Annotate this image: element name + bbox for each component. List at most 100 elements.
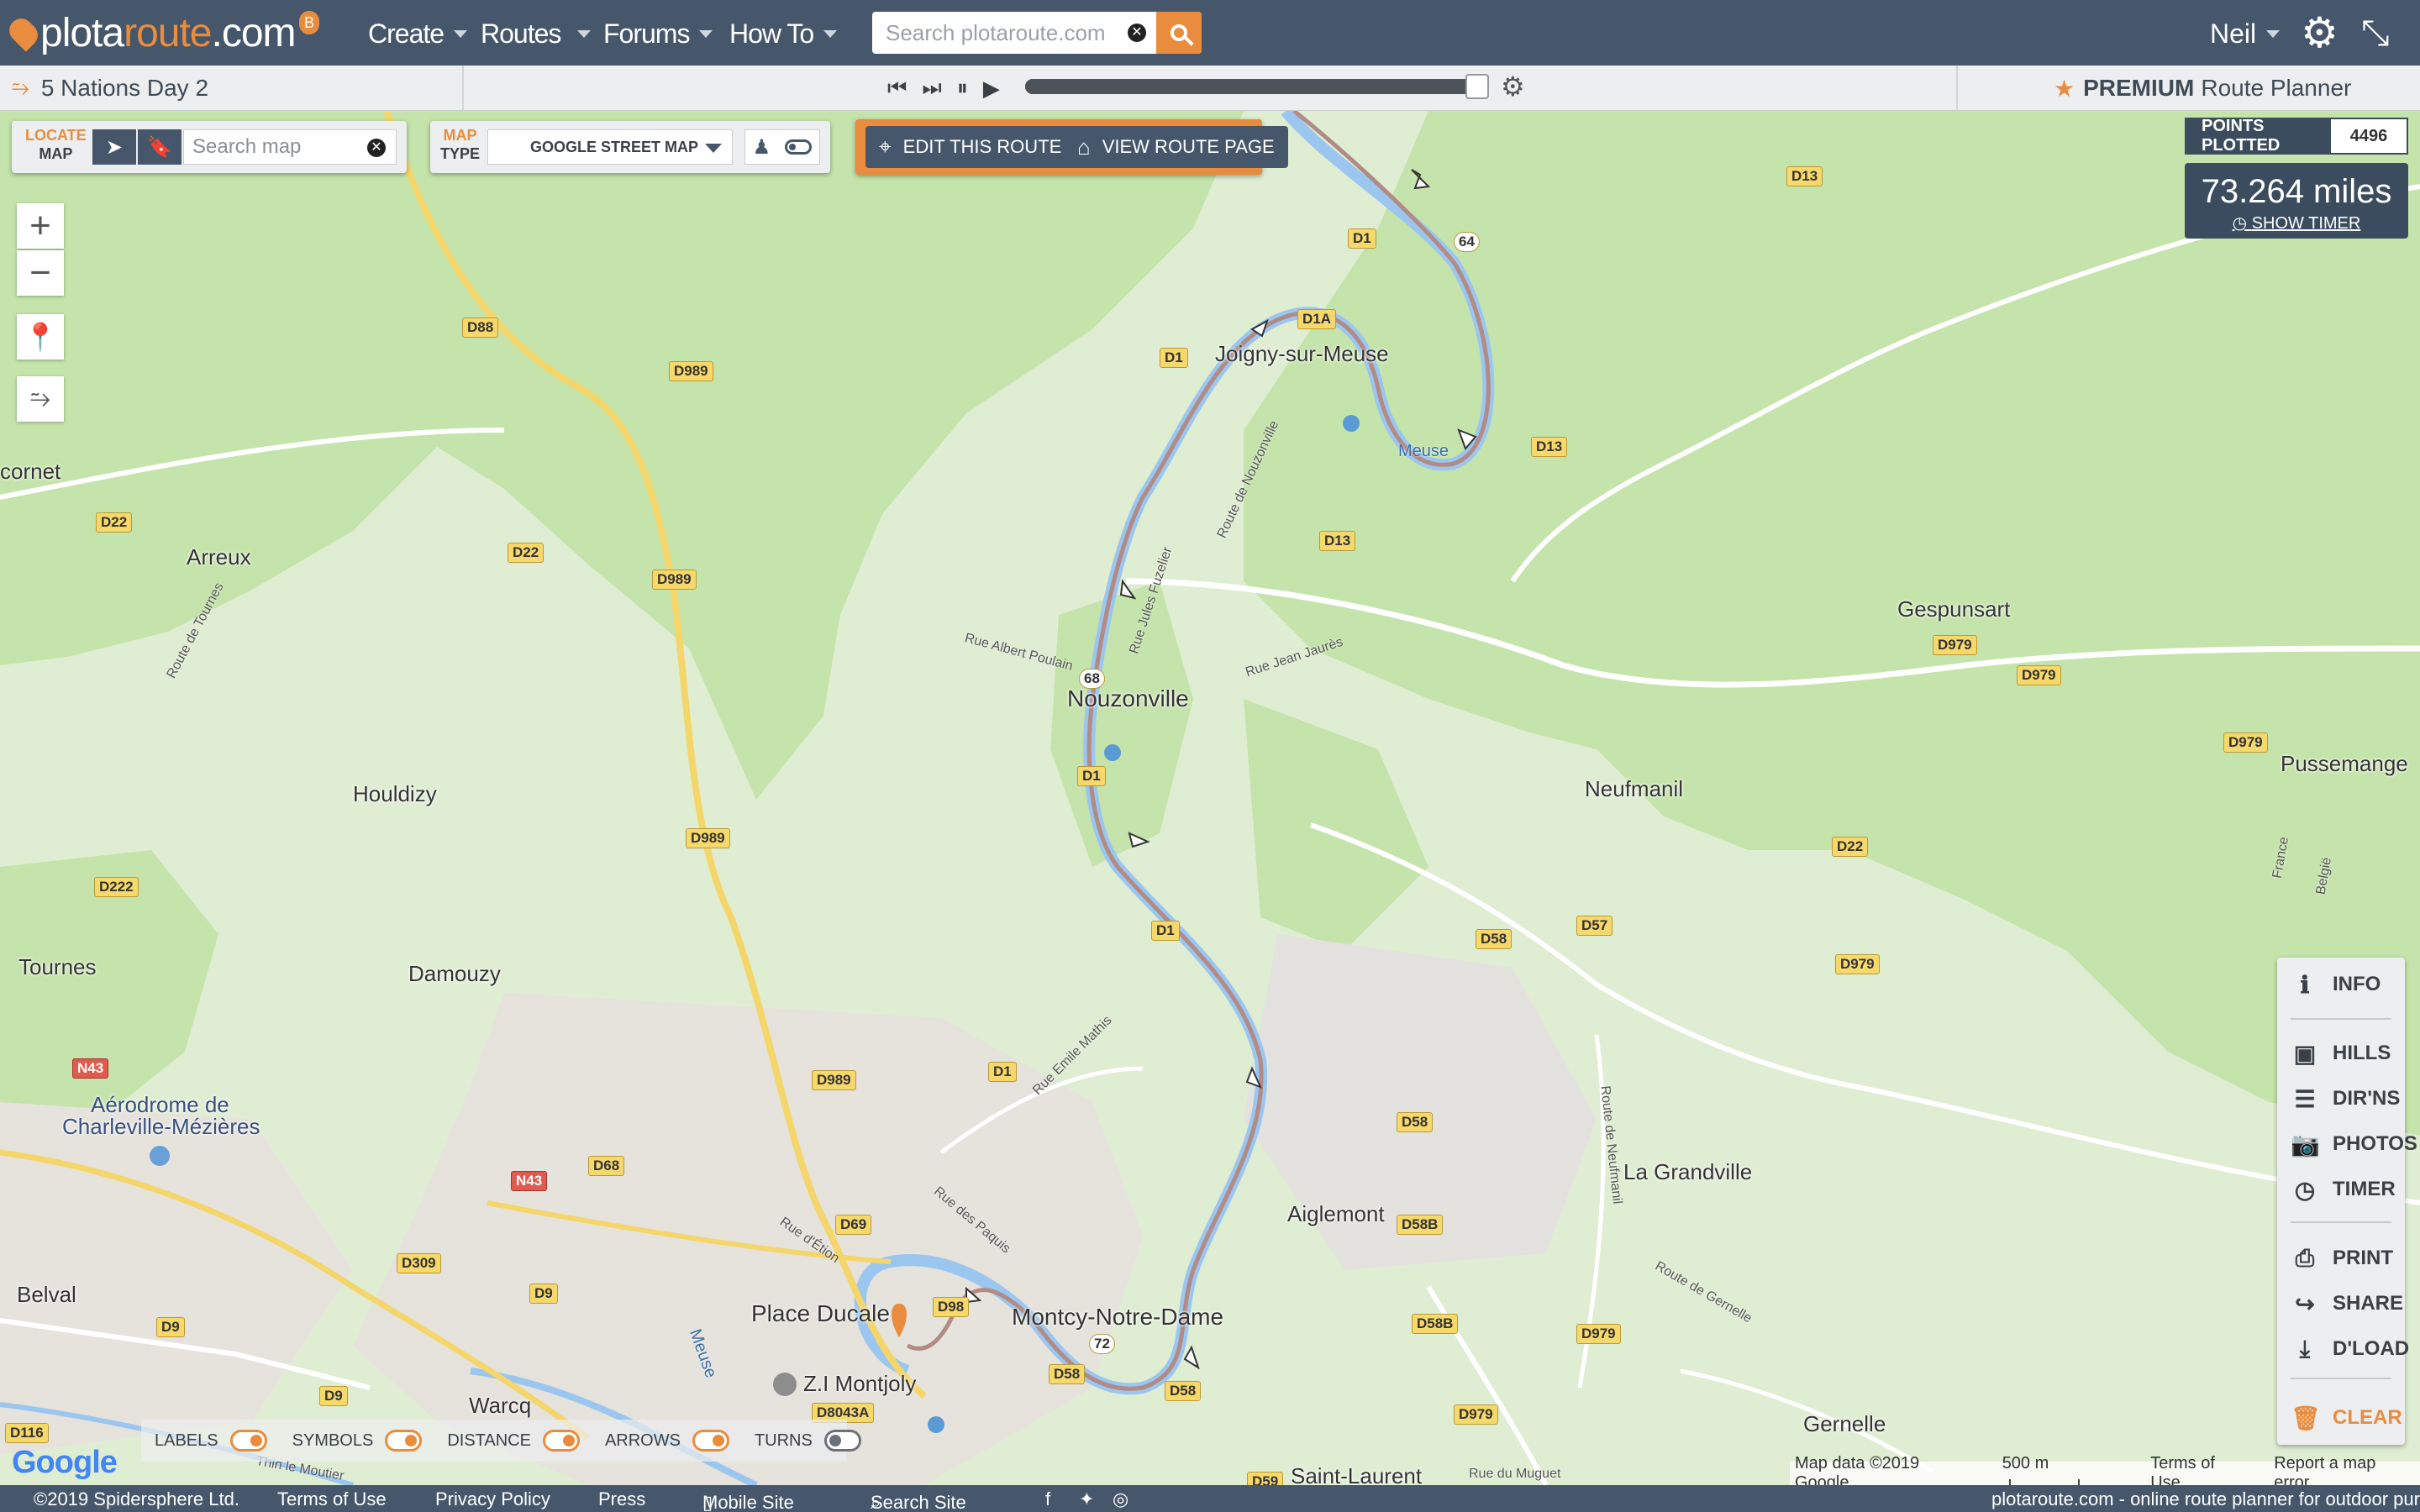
- toggle-switch: [785, 139, 813, 155]
- town-label: Warcq: [469, 1393, 532, 1418]
- road-label: D69: [835, 1215, 872, 1235]
- clear-map-search-icon[interactable]: ✕: [367, 139, 386, 157]
- route-tool-button[interactable]: ⥲: [17, 376, 64, 422]
- footer-terms-link[interactable]: Terms of Use: [277, 1488, 387, 1510]
- play-icon[interactable]: ▶: [983, 76, 1000, 102]
- twitter-icon[interactable]: ✦: [1079, 1488, 1094, 1510]
- map-type-label-bottom: TYPE: [440, 145, 481, 162]
- menu-download[interactable]: ⤓ D'LOAD: [2291, 1332, 2409, 1366]
- bookmark-button[interactable]: 🔖: [138, 129, 182, 165]
- map-type-select[interactable]: GOOGLE STREET MAP: [487, 129, 733, 165]
- road-label: D22: [96, 512, 133, 533]
- view-route-page-button[interactable]: ⌂ VIEW ROUTE PAGE: [1064, 126, 1288, 168]
- menu-photos[interactable]: 📷 PHOTOS: [2291, 1127, 2417, 1161]
- camera-icon: 📷: [2291, 1131, 2320, 1158]
- skip-back-icon[interactable]: ⏮: [887, 75, 907, 102]
- road-label: D989: [652, 570, 697, 590]
- footer-copyright: ©2019 Spidersphere Ltd.: [34, 1488, 239, 1509]
- road-label: D13: [1786, 166, 1823, 186]
- town-label: Damouzy: [408, 961, 501, 986]
- menu-print[interactable]: ⎙ PRINT: [2291, 1242, 2393, 1275]
- menu-download-label: D'LOAD: [2333, 1337, 2410, 1360]
- town-label: Houldizy: [353, 781, 437, 806]
- menu-timer-label: TIMER: [2333, 1178, 2396, 1200]
- chevron-down-icon: [705, 144, 722, 153]
- footer-privacy-link[interactable]: Privacy Policy: [435, 1488, 550, 1510]
- instagram-icon[interactable]: ◎: [1113, 1488, 1128, 1510]
- playback-settings-gear-icon[interactable]: ⚙: [1501, 71, 1525, 102]
- toggle-turns-label: TURNS: [754, 1431, 813, 1450]
- timeline-thumb[interactable]: [1465, 74, 1489, 99]
- road-label: D58B: [1397, 1215, 1444, 1235]
- nav-menu-create[interactable]: Create: [368, 18, 468, 50]
- road-label: D68: [588, 1156, 625, 1176]
- nav-menu-forums-label: Forums: [603, 18, 690, 49]
- divider: [462, 66, 464, 111]
- user-menu[interactable]: Neil: [2210, 18, 2281, 50]
- trash-icon: 🗑: [2291, 1404, 2321, 1431]
- footer-press-link[interactable]: Press: [598, 1488, 645, 1510]
- edit-route-button[interactable]: ⌖ EDIT THIS ROUTE: [865, 126, 1076, 168]
- road-label: 64: [1454, 232, 1480, 252]
- map-marker-button[interactable]: 📍: [17, 314, 64, 360]
- clear-search-icon[interactable]: ✕: [1128, 24, 1146, 42]
- facebook-icon[interactable]: f: [1045, 1488, 1050, 1510]
- town-label: Gespunsart: [1897, 596, 2011, 622]
- road-label: D9: [156, 1317, 185, 1337]
- menu-info[interactable]: ℹ INFO: [2291, 968, 2381, 1001]
- pause-icon[interactable]: ⏸: [957, 75, 968, 102]
- chevron-down-icon: [2266, 30, 2281, 38]
- toggle-turns[interactable]: TURNS: [755, 1430, 861, 1452]
- skip-forward-icon[interactable]: ⏭: [922, 75, 941, 102]
- playback-timeline[interactable]: [1025, 74, 1489, 99]
- clock-icon: ◷: [2232, 214, 2252, 233]
- road-label: D98: [933, 1297, 970, 1317]
- menu-hills[interactable]: ▣ HILLS: [2291, 1037, 2391, 1070]
- toggle-switch: [823, 1430, 861, 1452]
- side-menu: ℹ INFO ▣ HILLS ☰ DIR'NS 📷 PHOTOS ◷ TIMER ⎙ PRI…: [2277, 958, 2417, 1445]
- premium-route-planner[interactable]: ★ PREMIUM Route Planner: [2054, 66, 2351, 111]
- menu-timer[interactable]: ◷ TIMER: [2291, 1173, 2396, 1206]
- menu-separator: [2291, 1018, 2391, 1020]
- locate-label-bottom: MAP: [39, 145, 73, 162]
- points-plotted-label: POINTS PLOTTED: [2185, 117, 2329, 155]
- zoom-in-button[interactable]: +: [17, 203, 64, 249]
- map-layer-toggles: LABELS SYMBOLS DISTANCE ARROWS TURNS: [141, 1420, 861, 1462]
- road-label: D58: [1049, 1364, 1086, 1384]
- site-search-input[interactable]: [872, 19, 1141, 46]
- map-canvas[interactable]: Joigny-sur-Meuse Nouzonville Gespunsart …: [0, 111, 2420, 1485]
- toggle-arrows[interactable]: ARROWS: [605, 1430, 729, 1452]
- road-label: D9: [529, 1284, 558, 1304]
- road-label: D22: [508, 543, 544, 563]
- collapse-icon[interactable]: ⤡: [2361, 13, 2390, 52]
- map-search-box: ✕: [183, 129, 397, 165]
- toggle-symbols[interactable]: SYMBOLS: [292, 1430, 423, 1452]
- pin-a-icon: [4, 13, 43, 52]
- map-pin-icon: 📍: [24, 322, 57, 352]
- road-label: D58: [1397, 1112, 1434, 1132]
- site-logo[interactable]: plota route .com B: [4, 8, 319, 57]
- map-search-input[interactable]: [184, 130, 360, 164]
- zoom-out-button[interactable]: −: [17, 250, 64, 296]
- settings-gear-icon[interactable]: ⚙: [2301, 12, 2338, 54]
- menu-clear[interactable]: 🗑 CLEAR: [2291, 1401, 2402, 1435]
- nav-menu-forums[interactable]: Forums: [603, 18, 713, 50]
- toggle-labels[interactable]: LABELS: [155, 1430, 267, 1452]
- nav-menu-how-to-label: How To: [729, 18, 814, 49]
- road-label: D309: [397, 1253, 441, 1273]
- image-icon: ▣: [2293, 1040, 2317, 1067]
- street-view-toggle[interactable]: ♟: [744, 129, 820, 165]
- show-timer-link[interactable]: ◷ SHOW TIMER: [2185, 213, 2408, 234]
- menu-share[interactable]: ↪ SHARE: [2291, 1287, 2403, 1320]
- town-label: Saint-Laurent: [1291, 1463, 1423, 1485]
- road-label: D58: [1165, 1381, 1202, 1401]
- road-label: D979: [2017, 665, 2061, 685]
- toggle-distance[interactable]: DISTANCE: [447, 1430, 580, 1452]
- menu-separator: [2291, 1378, 2391, 1379]
- menu-directions[interactable]: ☰ DIR'NS: [2291, 1082, 2400, 1116]
- site-search-button[interactable]: [1156, 12, 1202, 54]
- nav-menu-routes[interactable]: Routes: [481, 18, 592, 50]
- nav-menu-how-to[interactable]: How To: [729, 18, 838, 50]
- road-label: D979: [1576, 1324, 1621, 1344]
- locate-me-button[interactable]: ➤: [92, 129, 136, 165]
